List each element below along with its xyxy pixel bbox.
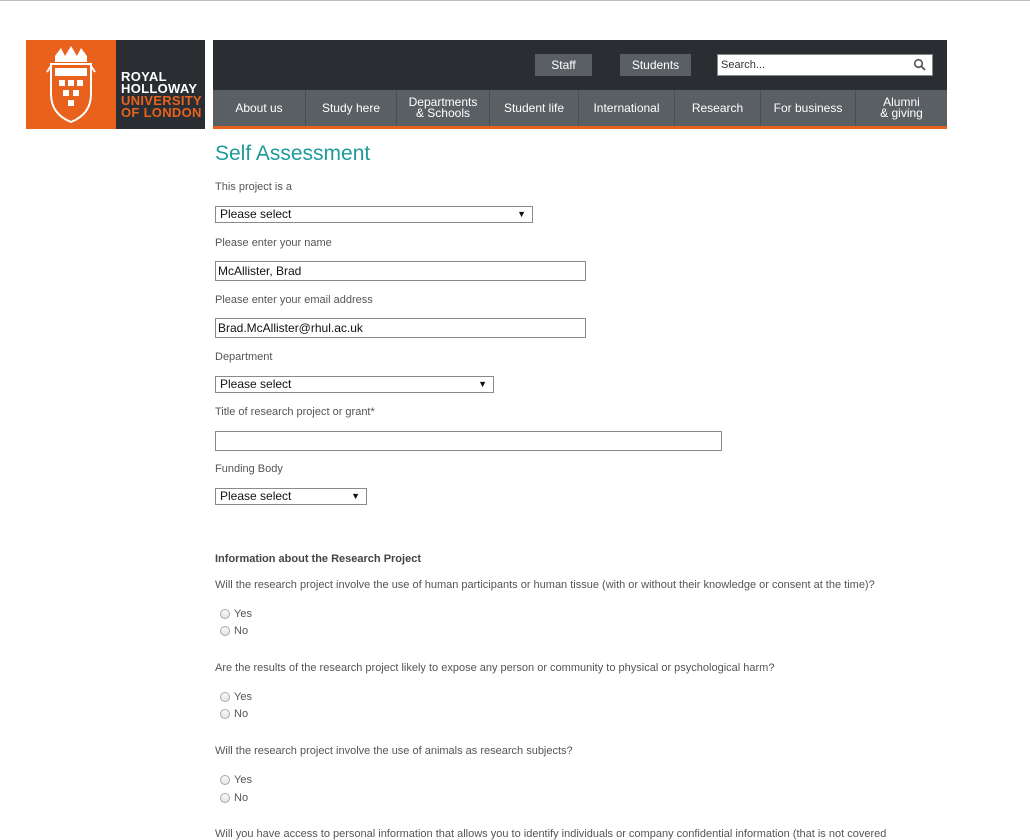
radio-harm-no[interactable]: No	[220, 707, 248, 721]
search-box	[717, 54, 933, 76]
nav-alumni-giving[interactable]: Alumni & giving	[856, 90, 947, 126]
search-icon[interactable]	[913, 58, 927, 72]
radio-button-icon[interactable]	[220, 709, 230, 719]
radio-button-icon[interactable]	[220, 626, 230, 636]
crest-icon	[26, 40, 116, 129]
research-info-heading: Information about the Research Project	[215, 553, 421, 565]
department-select[interactable]: Please select ▼	[215, 376, 494, 393]
radio-animals-yes[interactable]: Yes	[220, 773, 252, 787]
search-input[interactable]	[721, 56, 906, 74]
radio-button-icon[interactable]	[220, 692, 230, 702]
radio-label: No	[234, 708, 249, 720]
nav-international[interactable]: International	[579, 90, 675, 126]
students-link[interactable]: Students	[620, 54, 691, 76]
project-type-select[interactable]: Please select ▼	[215, 206, 533, 223]
dropdown-arrow-icon: ▼	[351, 491, 360, 501]
radio-human-no[interactable]: No	[220, 624, 248, 638]
radio-label: No	[234, 792, 249, 804]
question-human-participants: Will the research project involve the us…	[215, 579, 875, 591]
question-harm: Are the results of the research project …	[215, 662, 775, 674]
name-input[interactable]: McAllister, Brad	[215, 261, 586, 281]
nav-departments-schools[interactable]: Departments & Schools	[397, 90, 490, 126]
project-type-value: Please select	[220, 207, 292, 221]
funding-body-select[interactable]: Please select ▼	[215, 488, 367, 505]
nav-student-life[interactable]: Student life	[490, 90, 579, 126]
funding-body-label: Funding Body	[215, 463, 283, 475]
research-title-input[interactable]	[215, 431, 722, 451]
nav-study-here[interactable]: Study here	[306, 90, 397, 126]
nav-about-us[interactable]: About us	[213, 90, 306, 126]
department-value: Please select	[220, 377, 292, 391]
radio-button-icon[interactable]	[220, 793, 230, 803]
project-type-label: This project is a	[215, 181, 293, 193]
university-logo[interactable]: ROYAL HOLLOWAY UNIVERSITY OF LONDON	[26, 40, 205, 129]
radio-button-icon[interactable]	[220, 775, 230, 785]
radio-label: No	[234, 625, 249, 637]
question-personal-info: Will you have access to personal informa…	[215, 828, 887, 840]
dropdown-arrow-icon: ▼	[478, 379, 487, 389]
radio-harm-yes[interactable]: Yes	[220, 690, 252, 704]
header-accent-line	[213, 126, 947, 129]
page-title: Self Assessment	[215, 142, 371, 165]
radio-button-icon[interactable]	[220, 609, 230, 619]
logo-line-of-london: OF LONDON	[121, 105, 202, 120]
email-input[interactable]: Brad.McAllister@rhul.ac.uk	[215, 318, 586, 338]
radio-label: Yes	[234, 691, 252, 703]
question-animals: Will the research project involve the us…	[215, 745, 573, 757]
radio-label: Yes	[234, 608, 252, 620]
nav-for-business[interactable]: For business	[761, 90, 856, 126]
funding-body-value: Please select	[220, 489, 292, 503]
site-header: Staff Students About us Study here Depar…	[213, 40, 947, 129]
email-label: Please enter your email address	[215, 294, 373, 306]
name-label: Please enter your name	[215, 237, 332, 249]
dropdown-arrow-icon: ▼	[517, 209, 526, 219]
top-rule	[0, 0, 1030, 1]
department-label: Department	[215, 351, 273, 363]
nav-research[interactable]: Research	[675, 90, 761, 126]
logo-wordmark: ROYAL HOLLOWAY UNIVERSITY OF LONDON	[116, 40, 202, 129]
staff-link[interactable]: Staff	[535, 54, 592, 76]
radio-animals-no[interactable]: No	[220, 791, 248, 805]
radio-label: Yes	[234, 774, 252, 786]
research-title-label: Title of research project or grant*	[215, 406, 375, 418]
main-nav: About us Study here Departments & School…	[213, 90, 947, 126]
radio-human-yes[interactable]: Yes	[220, 607, 252, 621]
